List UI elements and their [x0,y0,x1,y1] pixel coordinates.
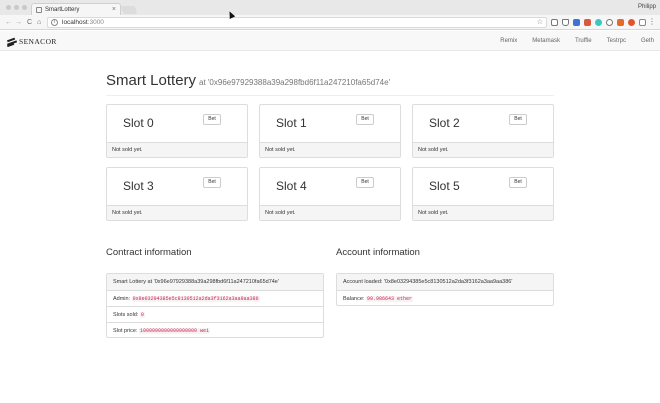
slot-status: Not sold yet. [112,210,143,216]
url-port: :3000 [87,19,104,26]
balance-row: Balance: 99.986643 ether [337,290,553,306]
slot-status: Not sold yet. [112,147,143,153]
account-loaded: Account loaded: '0x8e03294385e5c8130512a… [343,279,513,285]
extension-red-icon[interactable] [584,19,591,26]
nav-links: Remix Metamask Truffle Testrpc Geth [485,31,654,51]
extension-orange-icon[interactable] [628,19,635,26]
slot-card: Slot 0 Bet Not sold yet. [106,104,248,158]
senacor-logo-icon [6,37,17,47]
bookmark-star-icon[interactable]: ☆ [537,18,543,28]
brand-logo[interactable]: SENACOR [6,36,57,47]
url-text: localhost:3000 [62,18,104,28]
slot-title: Slot 3 [123,179,154,193]
forward-icon[interactable]: → [15,18,22,27]
reload-icon[interactable]: C [27,18,32,27]
slots-sold-row: Slots sold: 0 [107,306,323,322]
nav-link-truffle[interactable]: Truffle [575,38,592,44]
slot-status: Not sold yet. [418,147,449,153]
slot-title: Slot 4 [276,179,307,193]
address-bar[interactable]: i localhost:3000 ☆ [47,17,547,28]
slot-price-value: 1000000000000000000 wei [139,328,211,334]
admin-address: 0x8e03294385e5c8130512a2da3f3162a3aa9aa3… [131,296,260,302]
profile-name[interactable]: Philipp [638,2,656,12]
slot-title: Slot 1 [276,116,307,130]
brand-name: SENACOR [19,36,57,46]
nav-link-geth[interactable]: Geth [641,38,654,44]
bet-button[interactable]: Bet [356,177,374,188]
page-header: Smart Lottery at '0x96e97929388a39a298fb… [106,72,554,96]
home-icon[interactable]: ⌂ [37,18,41,27]
slot-title: Slot 0 [123,116,154,130]
url-host: localhost [62,19,88,26]
contract-address-subtitle: at '0x96e97929388a39a298fbd6f11a247210fa… [199,78,391,87]
bet-button[interactable]: Bet [203,177,221,188]
slot-card: Slot 1 Bet Not sold yet. [259,104,401,158]
browser-toolbar: ← → C ⌂ i localhost:3000 ☆ ⋮ [0,15,660,30]
slot-status: Not sold yet. [265,147,296,153]
account-info-panel: Account loaded: '0x8e03294385e5c8130512a… [336,273,554,306]
new-tab-button[interactable] [120,6,138,14]
extension-bell-icon[interactable] [562,19,569,26]
slot-card: Slot 4 Bet Not sold yet. [259,167,401,221]
slot-title: Slot 5 [429,179,460,193]
contract-heading: Smart Lottery at '0x96e97929388a39a298fb… [113,279,279,285]
slot-price-row: Slot price: 1000000000000000000 wei [107,322,323,338]
browser-tab-strip: SmartLottery × Philipp [0,0,660,16]
browser-menu-icon[interactable]: ⋮ [648,17,656,27]
balance-value: 99.986643 ether [365,296,413,302]
bet-button[interactable]: Bet [203,114,221,125]
slots-sold-label: Slots sold: [113,312,139,318]
slot-title: Slot 2 [429,116,460,130]
admin-row: Admin: 0x8e03294385e5c8130512a2da3f3162a… [107,290,323,306]
slot-price-label: Slot price: [113,328,138,334]
extension-info-icon[interactable] [606,19,613,26]
admin-label: Admin: [113,296,131,302]
contract-info-panel: Smart Lottery at '0x96e97929388a39a298fb… [106,273,324,338]
extension-teal-icon[interactable] [595,19,602,26]
nav-link-testrpc[interactable]: Testrpc [607,38,626,44]
nav-link-metamask[interactable]: Metamask [532,38,560,44]
site-info-icon[interactable]: i [51,19,58,26]
balance-label: Balance: [343,296,365,302]
bet-button[interactable]: Bet [356,114,374,125]
bet-button[interactable]: Bet [509,177,527,188]
window-zoom-dot[interactable] [22,5,27,10]
tab-title: SmartLottery [45,7,80,13]
contract-info-title: Contract information [106,247,192,258]
slot-status: Not sold yet. [418,210,449,216]
slot-status: Not sold yet. [265,210,296,216]
metamask-fox-icon[interactable] [617,19,624,26]
extension-blue-icon[interactable] [573,19,580,26]
slot-card: Slot 2 Bet Not sold yet. [412,104,554,158]
cast-icon[interactable] [551,19,558,26]
slot-card: Slot 3 Bet Not sold yet. [106,167,248,221]
account-loaded-row: Account loaded: '0x8e03294385e5c8130512a… [337,274,553,290]
nav-link-remix[interactable]: Remix [500,38,517,44]
bet-button[interactable]: Bet [509,114,527,125]
contract-heading-row: Smart Lottery at '0x96e97929388a39a298fb… [107,274,323,290]
slot-card: Slot 5 Bet Not sold yet. [412,167,554,221]
extension-gray-icon[interactable] [639,19,646,26]
window-close-dot[interactable] [6,5,11,10]
page-title: Smart Lottery [106,72,197,89]
site-navbar: SENACOR Remix Metamask Truffle Testrpc G… [0,31,660,51]
page-icon [36,7,42,13]
window-minimize-dot[interactable] [14,5,19,10]
back-icon[interactable]: ← [5,18,12,27]
account-info-title: Account information [336,247,420,258]
slots-sold-value: 0 [139,312,145,318]
tab-close-icon[interactable]: × [112,5,116,15]
